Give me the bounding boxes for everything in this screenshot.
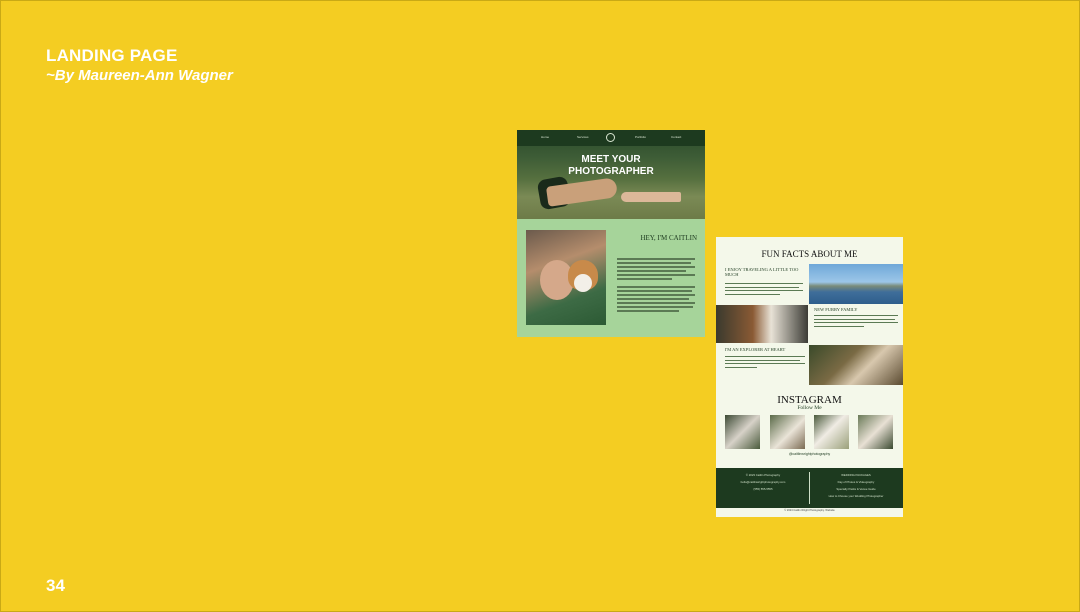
fact-heading-family: NEW FURRY FAMILY bbox=[814, 307, 858, 312]
footer-packages-heading: WEDDING PACKAGES bbox=[841, 473, 871, 477]
instagram-thumb[interactable] bbox=[725, 415, 760, 449]
copyright: © 2023 Caitlin Wright Photography. Websi… bbox=[784, 509, 835, 512]
bio-text-lines bbox=[617, 258, 695, 314]
fun-facts-title: FUN FACTS ABOUT ME bbox=[761, 249, 858, 259]
hero-headline-line1: MEET YOUR bbox=[581, 154, 641, 165]
instagram-thumb[interactable] bbox=[814, 415, 849, 449]
slide-subtitle: ~By Maureen-Ann Wagner bbox=[46, 67, 233, 84]
page-number: 34 bbox=[46, 576, 65, 595]
instagram-thumb[interactable] bbox=[770, 415, 805, 449]
instagram-thumb[interactable] bbox=[858, 415, 893, 449]
footer-package-link[interactable]: Specialty Packs & Venue Guide bbox=[812, 486, 900, 493]
fact-heading-travel: I ENJOY TRAVELING A LITTLE TOO MUCH bbox=[725, 267, 799, 277]
mockup-nav: Home Services Portfolio Contact bbox=[517, 130, 705, 146]
footer-contact-line: (555) 555-5555 bbox=[753, 487, 773, 491]
nav-item-portfolio[interactable]: Portfolio bbox=[635, 135, 646, 139]
hero-headline: MEET YOUR PHOTOGRAPHER bbox=[517, 154, 705, 178]
nav-item-home[interactable]: Home bbox=[541, 135, 549, 139]
nav-item-contact[interactable]: Contact bbox=[671, 135, 681, 139]
footer-contact: © 2023 Caitlin Photography hello@caitlin… bbox=[719, 472, 807, 493]
nav-item-services[interactable]: Services bbox=[577, 135, 589, 139]
bride-photo bbox=[809, 345, 903, 385]
portrait-photo bbox=[526, 230, 606, 325]
logo-icon[interactable] bbox=[606, 133, 615, 142]
mockup-footer: © 2023 Caitlin Photography hello@caitlin… bbox=[716, 468, 903, 508]
footer-contact-line: © 2023 Caitlin Photography bbox=[745, 473, 781, 477]
hero-headline-line2: PHOTOGRAPHER bbox=[568, 166, 654, 177]
fact-text-travel bbox=[725, 283, 803, 297]
fact-text-explorer bbox=[725, 356, 805, 370]
portrait-dog-muzzle bbox=[574, 274, 592, 292]
footer-packages: WEDDING PACKAGES Day of Photos & Videogr… bbox=[812, 472, 900, 500]
footer-package-link[interactable]: How to Choose your Wedding Photographer bbox=[812, 493, 900, 500]
dogs-photo bbox=[716, 305, 808, 343]
fact-heading-explorer: I'M AN EXPLORER AT HEART bbox=[725, 347, 786, 352]
lake-photo bbox=[809, 264, 903, 304]
fact-text-family bbox=[814, 315, 898, 329]
slide-title: LANDING PAGE bbox=[46, 46, 178, 65]
landing-mockup-1: Home Services Portfolio Contact MEET YOU… bbox=[517, 130, 705, 337]
footer-divider bbox=[809, 472, 810, 504]
landing-mockup-2: FUN FACTS ABOUT ME I ENJOY TRAVELING A L… bbox=[716, 237, 903, 517]
greeting-heading: HEY, I'M CAITLIN bbox=[640, 234, 697, 242]
hero-hand-right bbox=[621, 192, 681, 202]
instagram-handle[interactable]: @caitlinwrightphotography bbox=[716, 452, 903, 456]
follow-me-label: Follow Me bbox=[797, 405, 822, 411]
footer-contact-line[interactable]: hello@caitlinwrightphotography.com bbox=[719, 479, 807, 486]
footer-package-link[interactable]: Day of Photos & Videography bbox=[812, 479, 900, 486]
